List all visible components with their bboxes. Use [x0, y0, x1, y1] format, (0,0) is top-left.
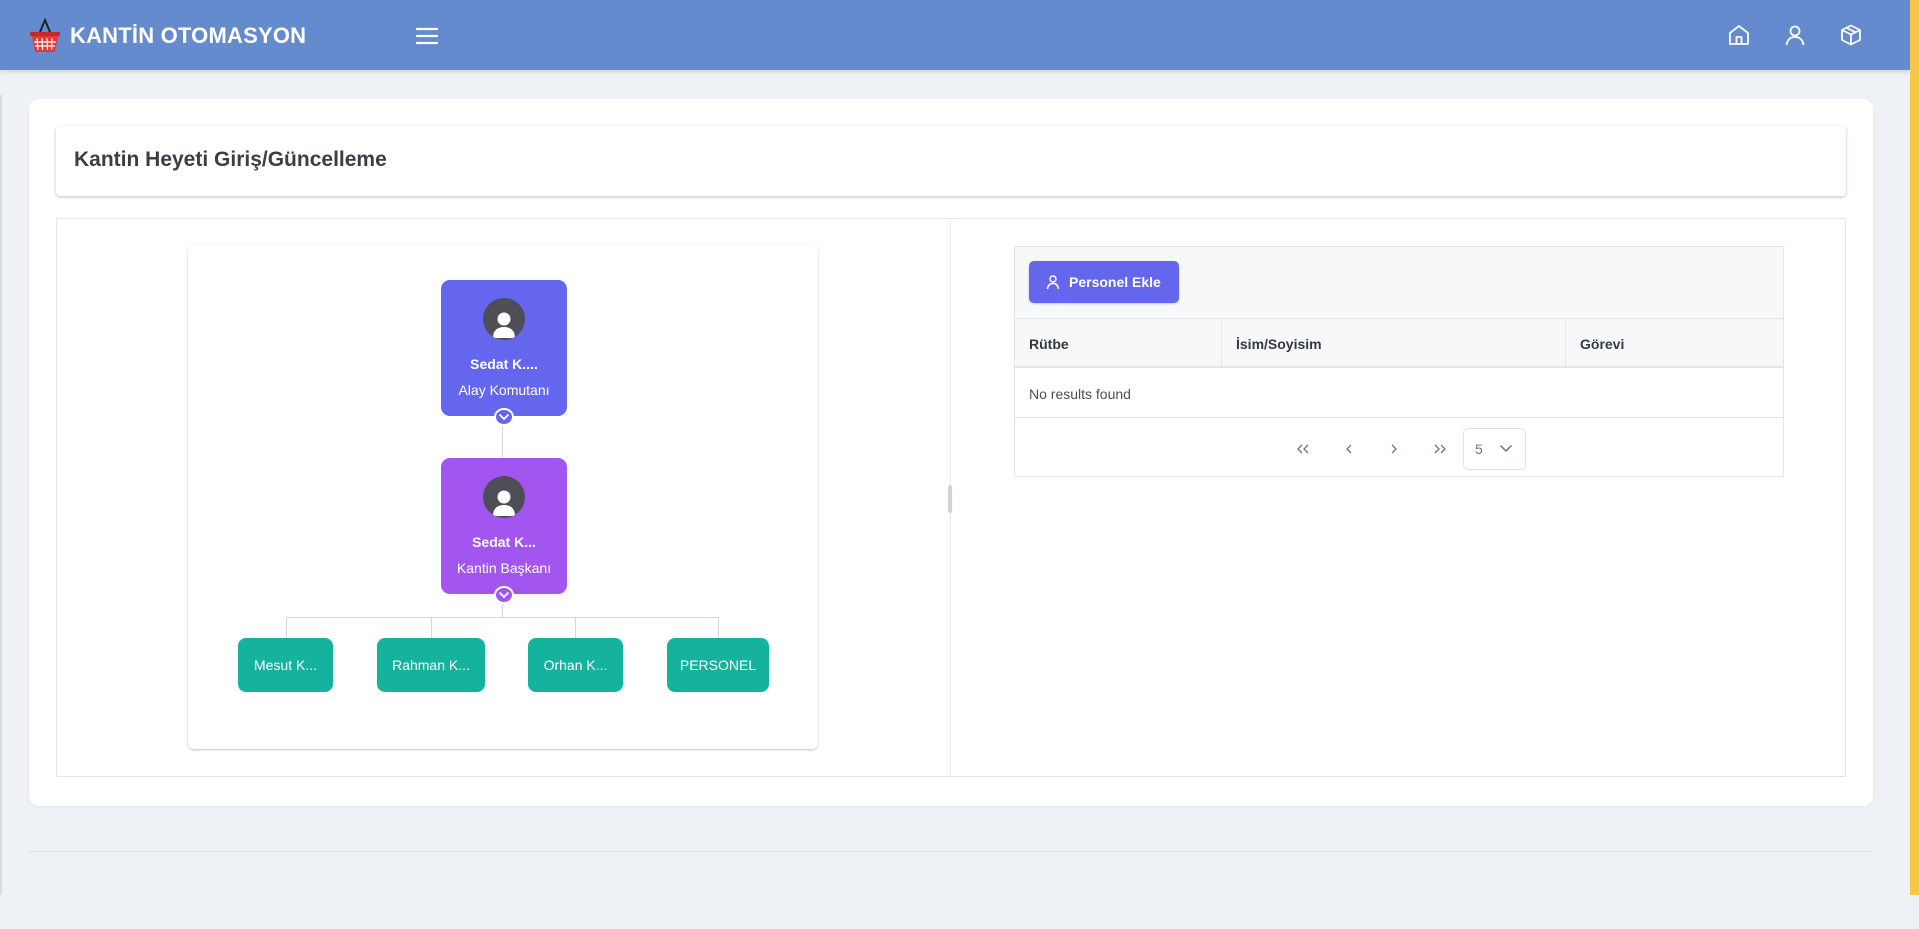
avatar — [483, 476, 525, 518]
accent-strip — [1910, 0, 1919, 895]
node-role: Kantin Başkanı — [456, 560, 552, 576]
avatar — [483, 298, 525, 340]
content-card: Kantin Heyeti Giriş/Güncelleme Sedat K..… — [29, 99, 1873, 806]
chevron-right-icon — [1391, 444, 1397, 454]
prev-page-button[interactable] — [1335, 435, 1363, 463]
add-personnel-button[interactable]: Personel Ekle — [1029, 261, 1179, 303]
paginator: 5 — [1015, 419, 1783, 477]
column-header-duty[interactable]: Görevi — [1566, 319, 1783, 368]
connector-line — [286, 617, 287, 638]
org-node-member[interactable]: Orhan K... — [528, 638, 623, 692]
first-page-button[interactable] — [1289, 435, 1317, 463]
chevron-down-icon — [1499, 444, 1513, 453]
brand[interactable]: KANTİN OTOMASYON — [28, 18, 306, 54]
products-button[interactable] — [1836, 20, 1866, 50]
basket-logo-icon — [30, 18, 60, 52]
collapse-toggle[interactable] — [494, 408, 514, 426]
splitter: Sedat K.... Alay Komutanı Sedat K... Kan… — [56, 218, 1846, 777]
hamburger-icon — [415, 27, 439, 45]
collapse-toggle[interactable] — [494, 586, 514, 604]
connector-line — [286, 617, 719, 618]
user-icon — [1046, 275, 1060, 290]
box-icon — [1841, 24, 1861, 46]
org-chart-pane: Sedat K.... Alay Komutanı Sedat K... Kan… — [57, 219, 951, 776]
sidebar-edge — [0, 95, 2, 895]
org-node-member[interactable]: PERSONEL — [667, 638, 769, 692]
org-chart: Sedat K.... Alay Komutanı Sedat K... Kan… — [188, 245, 818, 749]
empty-message: No results found — [1015, 370, 1783, 418]
column-header-name[interactable]: İsim/Soyisim — [1222, 319, 1566, 368]
user-icon — [1785, 25, 1805, 46]
column-header-rank[interactable]: Rütbe — [1015, 319, 1222, 368]
node-role: Alay Komutanı — [458, 382, 550, 398]
profile-button[interactable] — [1780, 20, 1810, 50]
rows-per-page-value: 5 — [1475, 441, 1483, 457]
app-title: KANTİN OTOMASYON — [70, 23, 307, 48]
rows-per-page-select[interactable]: 5 — [1463, 428, 1526, 470]
chevron-down-icon — [498, 591, 510, 599]
connector-line — [575, 617, 576, 638]
org-node-head[interactable]: Sedat K... Kantin Başkanı — [441, 458, 567, 604]
top-navbar: KANTİN OTOMASYON — [0, 0, 1910, 70]
person-icon — [493, 312, 515, 338]
home-button[interactable] — [1724, 20, 1754, 50]
home-icon — [1729, 25, 1749, 45]
last-page-button[interactable] — [1426, 435, 1454, 463]
org-node-member[interactable]: Mesut K... — [238, 638, 333, 692]
table-toolbar: Personel Ekle — [1015, 247, 1783, 319]
page-title: Kantin Heyeti Giriş/Güncelleme — [74, 148, 387, 171]
add-personnel-label: Personel Ekle — [1069, 274, 1161, 290]
connector-line — [718, 617, 719, 638]
personnel-table: Personel Ekle Rütbe İsim/Soyisim Görevi … — [1014, 246, 1784, 477]
chevron-left-icon — [1346, 444, 1352, 454]
org-node-root[interactable]: Sedat K.... Alay Komutanı — [441, 280, 567, 426]
org-node-member[interactable]: Rahman K... — [377, 638, 485, 692]
next-page-button[interactable] — [1380, 435, 1408, 463]
footer-divider — [29, 851, 1874, 852]
page-header: Kantin Heyeti Giriş/Güncelleme — [56, 126, 1846, 196]
connector-line — [431, 617, 432, 638]
person-icon — [493, 490, 515, 516]
chevron-down-icon — [498, 413, 510, 421]
double-chevron-left-icon — [1297, 444, 1309, 454]
table-header: Rütbe İsim/Soyisim Görevi — [1015, 319, 1783, 368]
menu-toggle-button[interactable] — [412, 22, 442, 50]
splitter-handle[interactable] — [948, 485, 952, 513]
double-chevron-right-icon — [1434, 444, 1446, 454]
node-name: Sedat K... — [472, 534, 536, 550]
node-name: Sedat K.... — [470, 356, 538, 372]
